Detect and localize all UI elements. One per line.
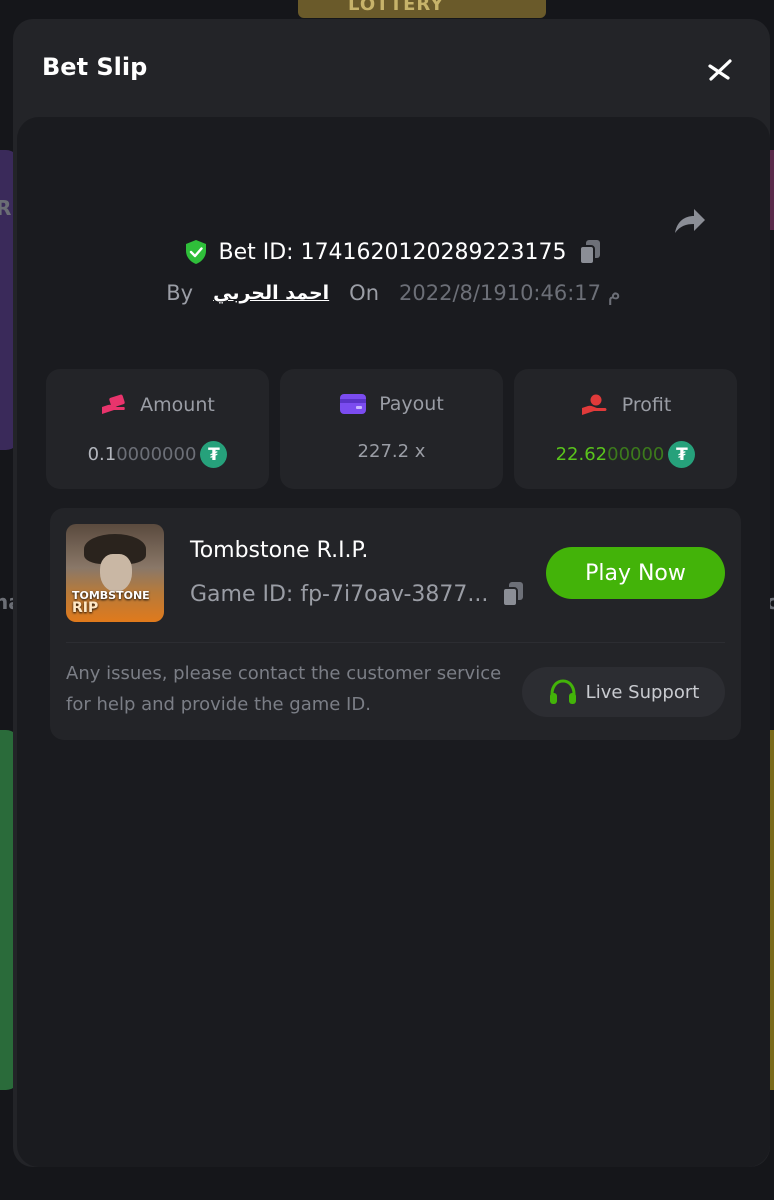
payout-header: Payout: [280, 393, 503, 415]
payout-multiplier: 227.2 x: [357, 441, 426, 462]
live-support-label: Live Support: [585, 681, 700, 703]
play-now-button[interactable]: Play Now: [546, 547, 725, 599]
divider: [66, 642, 725, 643]
share-button[interactable]: [669, 201, 709, 241]
usdt-coin-icon: ₮: [668, 441, 696, 468]
amount-card: Amount 0.1 0000000 ₮: [46, 369, 269, 489]
profit-value: 22.62 00000 ₮: [514, 441, 737, 468]
game-id-row: Game ID: fp-7i7oav-3877...: [190, 580, 526, 608]
amount-header: Amount: [46, 393, 269, 417]
amount-value-dim: 0000000: [116, 444, 197, 465]
wallet-card-icon: [340, 394, 367, 414]
live-support-button[interactable]: Live Support: [522, 667, 725, 717]
thumb-logo: TOMBSTONE RIP: [72, 590, 158, 616]
bet-slip-modal: Bet Slip Bet ID: 1741620120289223175 By …: [13, 19, 770, 1167]
close-button[interactable]: [703, 53, 737, 87]
amount-value-strong: 0.1: [87, 444, 117, 465]
profit-hand-icon: [581, 394, 607, 415]
thumb-face-shape: [100, 554, 132, 592]
copy-game-id-button[interactable]: [500, 580, 526, 608]
usdt-coin-icon: ₮: [200, 441, 228, 468]
thumb-logo-line2: RIP: [72, 600, 99, 616]
bet-date: 2022/8/19م 10:46:17: [399, 281, 621, 305]
amount-label: Amount: [140, 394, 215, 416]
profit-header: Profit: [514, 393, 737, 417]
profit-card: Profit 22.62 00000 ₮: [514, 369, 737, 489]
profit-value-strong: 22.62: [555, 444, 608, 465]
game-card: TOMBSTONE RIP Tombstone R.I.P. Game ID: …: [50, 508, 741, 740]
payout-value: 227.2 x: [280, 441, 503, 462]
payout-label: Payout: [379, 393, 444, 415]
bet-detail-panel: Bet ID: 1741620120289223175 By احمد الحر…: [17, 117, 770, 1167]
game-title: Tombstone R.I.P.: [190, 538, 369, 563]
bg-lottery-text: LOTTERY: [348, 0, 445, 15]
copy-icon: [502, 582, 524, 607]
support-help-text: Any issues, please contact the customer …: [66, 663, 502, 715]
on-label: On: [349, 281, 380, 305]
profit-label: Profit: [621, 394, 672, 416]
payout-card: Payout 227.2 x: [280, 369, 503, 489]
copy-bet-id-button[interactable]: [577, 238, 603, 266]
game-thumbnail[interactable]: TOMBSTONE RIP: [66, 524, 164, 622]
game-id: Game ID: fp-7i7oav-3877...: [190, 581, 489, 607]
shield-check-icon: [186, 240, 207, 264]
close-icon: [708, 59, 732, 81]
share-icon: [675, 209, 705, 233]
amount-value: 0.1 0000000 ₮: [46, 441, 269, 468]
headset-icon: [549, 679, 576, 704]
bet-id-row: Bet ID: 1741620120289223175: [17, 237, 770, 267]
money-hand-icon: [102, 394, 125, 414]
bet-meta-row: By احمد الحربي On 2022/8/19م 10:46:17: [17, 279, 770, 307]
copy-icon: [578, 240, 600, 265]
by-label: By: [166, 281, 194, 305]
modal-title: Bet Slip: [42, 53, 148, 81]
profit-value-dim: 00000: [607, 444, 665, 465]
bettor-username-link[interactable]: احمد الحربي: [213, 282, 329, 304]
bet-id: Bet ID: 1741620120289223175: [218, 239, 567, 265]
